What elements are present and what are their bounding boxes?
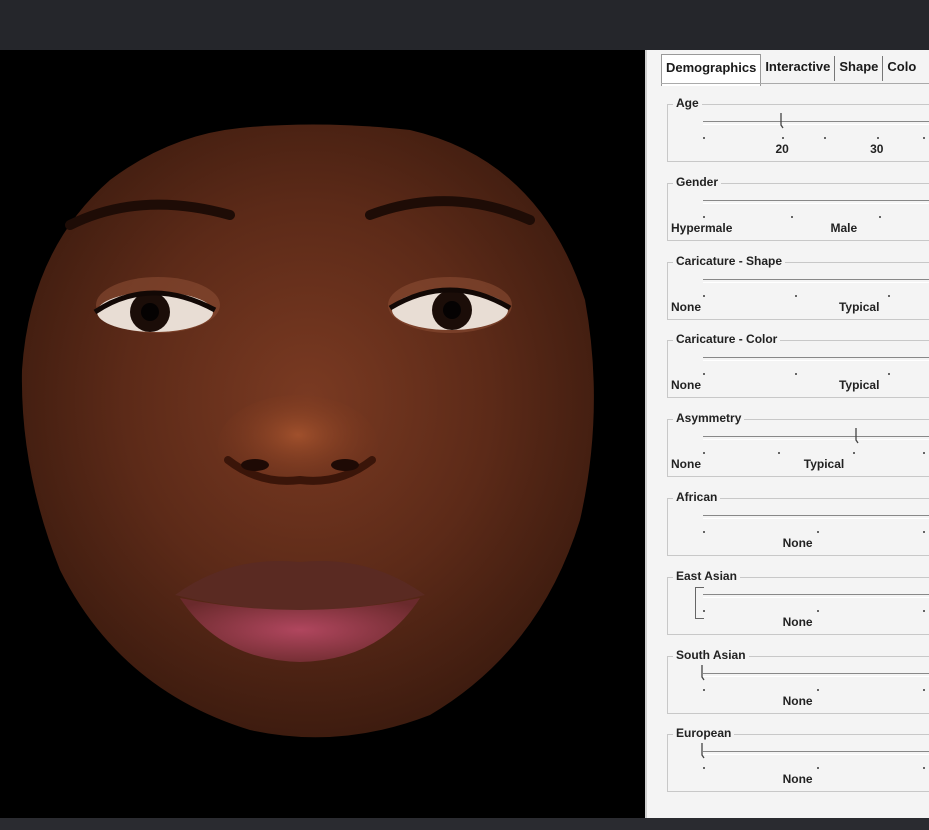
slider-tick [703,294,705,297]
focus-bracket [695,586,704,619]
demographics-panel: Demographics Interactive Shape Colo Age 2… [645,50,929,818]
slider-tick [817,609,820,612]
slider-value-label: Typical [803,457,845,472]
slider-tick [795,294,798,297]
slider-value-label: 20 [775,142,789,156]
slider-group-african: African None [667,490,929,558]
slider-track-east-asian[interactable] [703,593,929,598]
top-bar [0,0,929,50]
slider-tick [817,531,820,533]
slider-tick [824,137,826,139]
slider-thumb-south-asian[interactable] [701,664,707,681]
slider-tick [887,373,890,376]
slider-track-caricature-color[interactable] [703,357,929,362]
slider-tick [777,452,780,455]
slider-tick [923,688,925,691]
face-viewport[interactable] [0,50,645,818]
slider-value-label: Typical [838,299,880,314]
slider-tick [795,373,798,376]
slider-track-european[interactable] [703,751,929,756]
slider-value-label: 30 [870,142,884,156]
slider-label-east-asian: East Asian [673,568,740,583]
slider-thumb-age[interactable] [780,113,786,129]
slider-group-gender: Gender Hypermale Male [667,174,929,243]
slider-label-caricature-shape: Caricature - Shape [673,253,786,268]
tab-divider [661,83,929,84]
slider-label-asymmetry: Asymmetry [673,411,745,426]
slider-thumb-asymmetry[interactable] [855,428,861,444]
slider-group-european: European None [667,726,929,794]
slider-tick [817,688,820,691]
slider-track-asymmetry[interactable] [703,436,929,441]
slider-tick [703,609,705,612]
tab-color[interactable]: Colo [883,56,920,81]
slider-tick [923,531,925,533]
tab-shape[interactable]: Shape [835,56,884,81]
tab-interactive[interactable]: Interactive [761,56,836,81]
slider-tick [782,137,785,139]
slider-tick [703,137,705,139]
slider-label-age: Age [673,96,702,110]
group-frame [667,261,929,320]
slider-tick [923,137,925,139]
group-frame [667,340,929,399]
slider-track-south-asian[interactable] [703,672,929,677]
slider-label-caricature-color: Caricature - Color [673,332,781,347]
slider-track-caricature-shape[interactable] [703,278,929,283]
slider-tick [923,452,925,455]
face-render [21,124,594,738]
slider-value-label: Male [830,220,858,235]
slider-group-age: Age 20 30 [667,96,929,164]
slider-group-asymmetry: Asymmetry None Typical [667,411,929,479]
slider-tick [852,452,855,455]
slider-group-south-asian: South Asian None [667,647,929,716]
slider-group-caricature-shape: Caricature - Shape None Typical [667,253,929,322]
slider-tick [703,688,705,691]
slider-tick [791,215,793,218]
slider-value-label: None [671,299,701,314]
slider-value-label: None [782,693,813,708]
slider-value-label: None [671,457,701,472]
slider-tick [703,373,705,376]
group-frame [667,419,929,478]
slider-track-gender[interactable] [703,199,929,204]
slider-value-label: None [782,772,813,787]
slider-tick [817,767,820,770]
slider-tick [887,294,890,297]
slider-tick [923,767,925,770]
slider-label-gender: Gender [673,174,722,189]
slider-tick [703,452,705,455]
slider-label-african: African [673,490,721,504]
tab-demographics[interactable]: Demographics [661,54,762,86]
slider-thumb-european[interactable] [701,743,707,759]
slider-value-label: Typical [838,378,880,393]
slider-tick [703,767,705,770]
slider-tick [923,609,925,612]
tab-bar: Demographics Interactive Shape Colo [661,54,920,86]
slider-group-caricature-color: Caricature - Color None Typical [667,332,929,400]
slider-value-label: Hypermale [671,220,733,235]
slider-value-label: None [671,378,701,393]
slider-tick [879,215,881,218]
bottom-bar [0,818,929,830]
slider-group-east-asian: East Asian None [667,568,929,637]
slider-value-label: None [782,614,813,629]
slider-track-african[interactable] [703,515,929,519]
slider-tick [703,531,705,533]
slider-label-european: European [673,726,735,741]
slider-tick [876,137,879,139]
slider-value-label: None [782,536,813,550]
slider-tick [703,215,705,218]
slider-track-age[interactable] [703,121,929,125]
slider-label-south-asian: South Asian [673,647,749,662]
group-frame [667,104,929,162]
